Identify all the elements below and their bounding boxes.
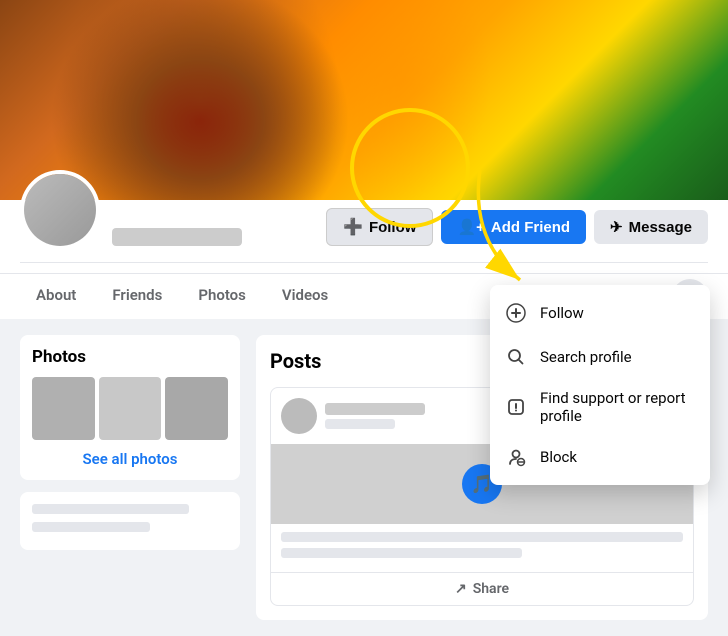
share-icon: ↗ bbox=[455, 581, 467, 597]
tab-videos[interactable]: Videos bbox=[266, 274, 344, 319]
left-sidebar: Photos See all photos bbox=[20, 335, 240, 620]
search-icon bbox=[504, 345, 528, 369]
block-icon bbox=[504, 445, 528, 469]
report-icon bbox=[504, 395, 528, 419]
add-friend-icon: 👤+ bbox=[457, 218, 484, 236]
dropdown-report-label: Find support or report profile bbox=[540, 389, 696, 425]
avatar bbox=[20, 170, 100, 250]
profile-info bbox=[112, 226, 326, 250]
follow-button[interactable]: ➕ Follow bbox=[326, 208, 433, 246]
add-friend-label: Add Friend bbox=[491, 219, 570, 236]
photo-thumb[interactable] bbox=[99, 377, 162, 440]
profile-row: ➕ Follow 👤+ Add Friend ✈ Message bbox=[20, 200, 708, 263]
profile-section: ➕ Follow 👤+ Add Friend ✈ Message bbox=[0, 200, 728, 273]
post-share-action[interactable]: ↗ Share bbox=[271, 572, 693, 605]
photos-section-title: Photos bbox=[32, 347, 228, 367]
dropdown-block-label: Block bbox=[540, 448, 577, 466]
post-text-line bbox=[281, 548, 522, 558]
photo-thumb[interactable] bbox=[165, 377, 228, 440]
dropdown-item-block[interactable]: Block bbox=[490, 435, 710, 479]
tab-photos[interactable]: Photos bbox=[182, 274, 262, 319]
message-button[interactable]: ✈ Message bbox=[594, 210, 708, 244]
post-text bbox=[271, 524, 693, 572]
photo-thumb[interactable] bbox=[32, 377, 95, 440]
tab-about[interactable]: About bbox=[20, 274, 92, 319]
post-text-line bbox=[281, 532, 683, 542]
profile-name bbox=[112, 228, 242, 246]
share-label: Share bbox=[473, 581, 509, 597]
post-author-name bbox=[325, 403, 425, 415]
dropdown-menu: Follow Search profile Find support or re… bbox=[490, 285, 710, 485]
photos-section: Photos See all photos bbox=[20, 335, 240, 480]
post-avatar bbox=[281, 398, 317, 434]
follow-button-label: Follow bbox=[369, 219, 417, 236]
dropdown-item-report[interactable]: Find support or report profile bbox=[490, 379, 710, 435]
post-meta bbox=[325, 419, 395, 429]
dropdown-search-label: Search profile bbox=[540, 348, 632, 366]
message-label: Message bbox=[629, 219, 692, 236]
cover-photo bbox=[0, 0, 728, 200]
see-all-photos-link[interactable]: See all photos bbox=[32, 450, 228, 468]
tab-friends[interactable]: Friends bbox=[96, 274, 178, 319]
follow-plus-icon: ➕ bbox=[343, 217, 363, 237]
follow-dropdown-icon bbox=[504, 301, 528, 325]
dropdown-item-follow[interactable]: Follow bbox=[490, 291, 710, 335]
messenger-icon: ✈ bbox=[610, 218, 623, 236]
add-friend-button[interactable]: 👤+ Add Friend bbox=[441, 210, 586, 244]
profile-actions: ➕ Follow 👤+ Add Friend ✈ Message bbox=[326, 208, 708, 250]
dropdown-item-search-profile[interactable]: Search profile bbox=[490, 335, 710, 379]
dropdown-follow-label: Follow bbox=[540, 304, 584, 322]
photos-grid bbox=[32, 377, 228, 440]
